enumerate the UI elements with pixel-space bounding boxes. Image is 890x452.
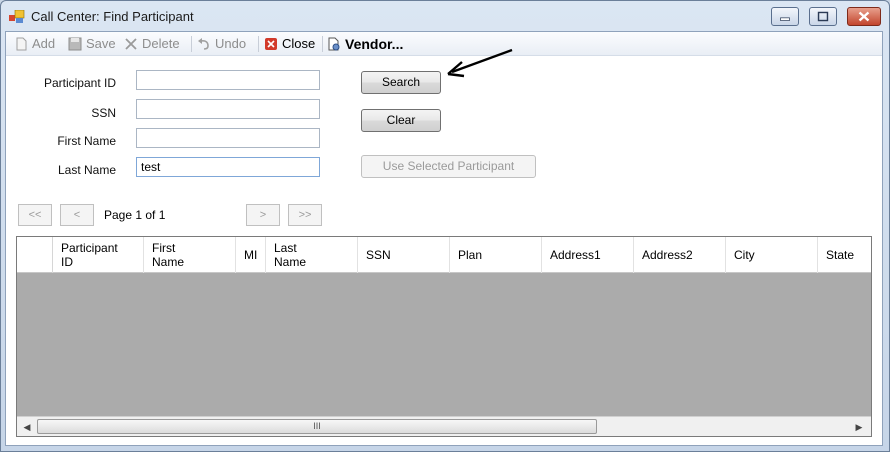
scroll-grip: III [313,421,321,431]
column-header-line: State [826,248,855,262]
column-header-line: City [734,248,755,262]
last-name-input[interactable] [136,157,320,177]
vendor-button[interactable]: Vendor... [327,35,421,53]
toolbar-separator [191,36,192,52]
row-header-corner[interactable] [17,237,53,273]
last-page-button[interactable]: >> [288,204,322,226]
previous-page-button[interactable]: < [60,204,94,226]
next-page-button[interactable]: > [246,204,280,226]
undo-label: Undo [215,36,247,51]
clear-button[interactable]: Clear [361,109,441,132]
title-bar[interactable]: Call Center: Find Participant [1,1,889,31]
column-header-line: Address1 [550,248,601,262]
window-title: Call Center: Find Participant [31,9,194,24]
grid-header: Participant ID First Name MI Last Name S… [17,237,871,273]
column-header-line: MI [244,248,258,262]
last-name-label: Last Name [57,163,116,177]
horizontal-scrollbar[interactable]: ◀ III ▶ [17,416,871,436]
column-header-line: Plan [458,248,483,262]
undo-arrow-icon [198,38,209,50]
column-header-line: Last [274,241,297,255]
column-header-line: Participant [61,241,118,255]
toolbar-separator [258,36,259,52]
save-disk-icon [68,37,82,51]
grid-empty-area[interactable] [17,273,871,416]
app-icon [9,10,25,23]
pointer-arrow-icon [447,48,513,78]
close-label: Close [282,36,316,51]
close-window-button[interactable] [847,7,881,26]
minimize-button[interactable] [771,7,799,26]
add-document-icon [16,37,27,51]
maximize-icon [817,11,829,22]
scroll-right-icon[interactable]: ▶ [851,419,867,435]
column-header-line: SSN [366,248,391,262]
toolbar-separator [322,36,323,52]
add-button[interactable]: Add [14,35,64,53]
close-icon [858,11,870,22]
scrollbar-thumb[interactable]: III [37,419,597,434]
delete-label: Delete [142,36,180,51]
column-header-participant-id[interactable]: Participant ID [53,237,144,273]
first-name-label: First Name [57,134,116,148]
page-status: Page 1 of 1 [104,208,166,222]
undo-button[interactable]: Undo [197,35,253,53]
close-red-icon [265,38,277,50]
scroll-left-icon[interactable]: ◀ [19,419,35,435]
ssn-label: SSN [91,106,116,120]
delete-x-icon [125,38,137,50]
first-page-button[interactable]: << [18,204,52,226]
client-area: Add Save Delete Undo Close Vendor... Par… [5,31,883,446]
participant-id-label: Participant ID [43,76,116,90]
delete-button[interactable]: Delete [124,35,186,53]
vendor-label: Vendor... [345,36,404,52]
minimize-icon [780,17,790,21]
column-header-plan[interactable]: Plan [450,237,542,273]
column-header-city[interactable]: City [726,237,818,273]
column-header-last-name[interactable]: Last Name [266,237,358,273]
vendor-document-icon [328,37,340,51]
close-button[interactable]: Close [264,35,316,53]
participant-id-input[interactable] [136,70,320,90]
save-button[interactable]: Save [68,35,120,53]
column-header-line: ID [61,255,73,269]
app-window: Call Center: Find Participant Add Save D… [0,0,890,452]
column-header-ssn[interactable]: SSN [358,237,450,273]
use-selected-participant-button[interactable]: Use Selected Participant [361,155,536,178]
save-label: Save [86,36,116,51]
first-name-input[interactable] [136,128,320,148]
add-label: Add [32,36,56,51]
column-header-mi[interactable]: MI [236,237,266,273]
column-header-line: Name [152,255,185,269]
column-header-first-name[interactable]: First Name [144,237,236,273]
search-button[interactable]: Search [361,71,441,94]
column-header-state[interactable]: State [818,237,871,273]
column-header-address2[interactable]: Address2 [634,237,726,273]
maximize-button[interactable] [809,7,837,26]
column-header-line: Name [274,255,307,269]
ssn-input[interactable] [136,99,320,119]
column-header-address1[interactable]: Address1 [542,237,634,273]
column-header-line: Address2 [642,248,693,262]
results-grid[interactable]: Participant ID First Name MI Last Name S… [16,236,872,437]
column-header-line: First [152,241,176,255]
